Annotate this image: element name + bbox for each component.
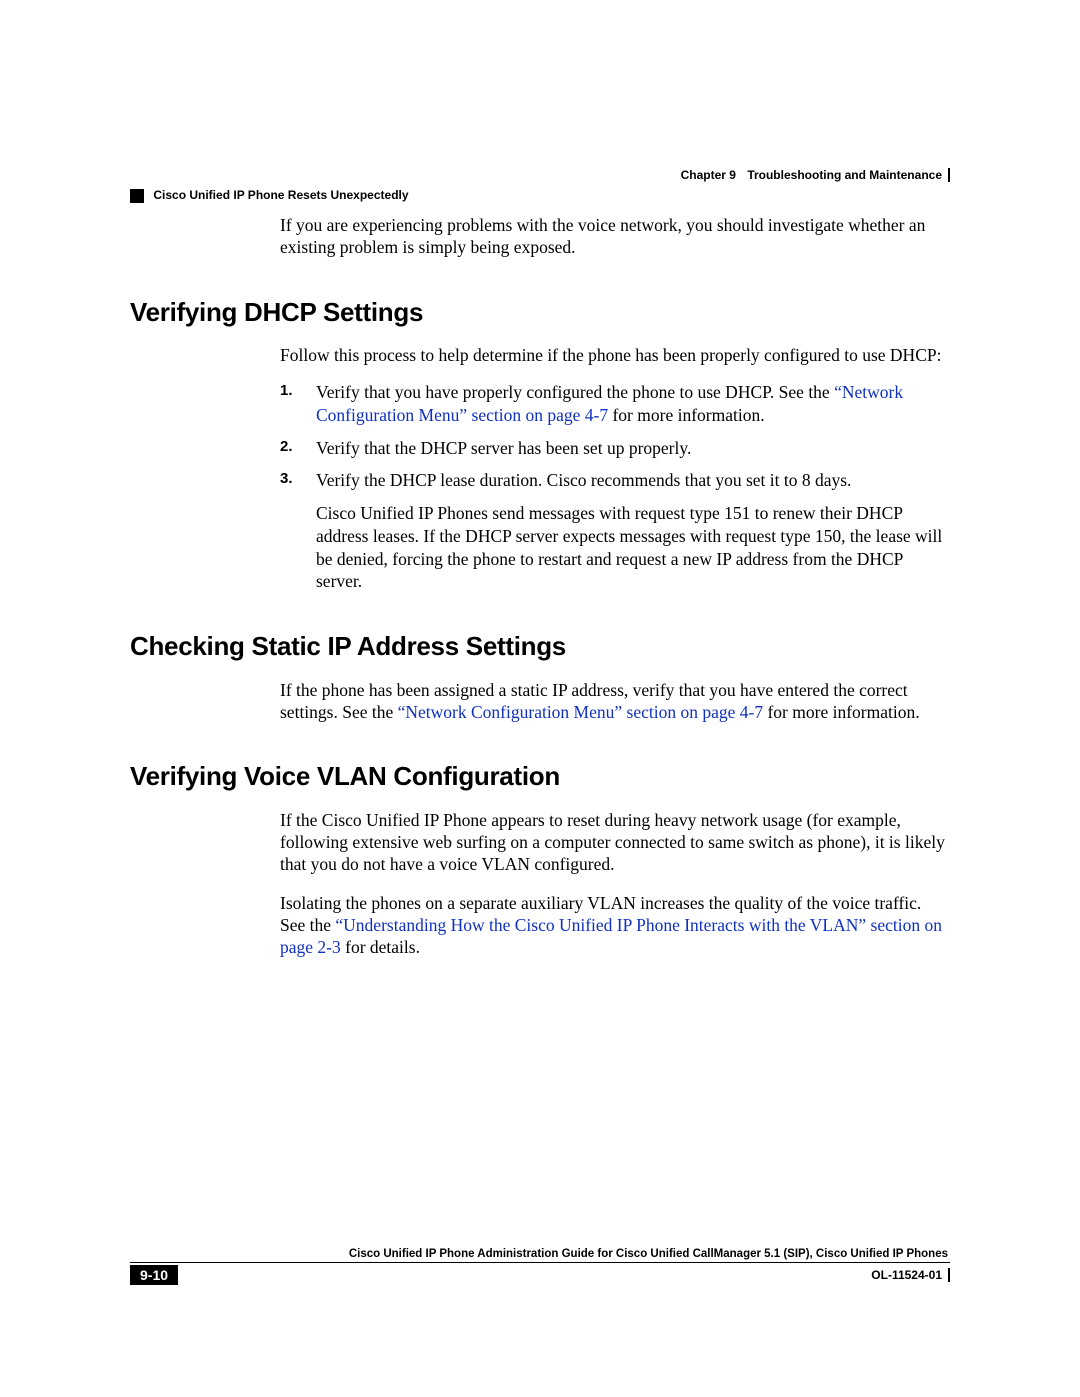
intro-paragraph: If you are experiencing problems with th… [280, 215, 950, 259]
voice-vlan-para-1: If the Cisco Unified IP Phone appears to… [280, 810, 950, 876]
xref-network-config-menu[interactable]: “Network Configuration Menu” section on … [398, 702, 763, 722]
header-bullet-icon [130, 189, 144, 203]
footer-guide-title: Cisco Unified IP Phone Administration Gu… [130, 1248, 950, 1260]
heading-voice-vlan: Verifying Voice VLAN Configuration [130, 761, 950, 792]
page-content: If you are experiencing problems with th… [130, 215, 950, 959]
step-text-post: for more information. [608, 405, 764, 425]
step-number: 3. [280, 469, 293, 489]
voice-vlan-para-2: Isolating the phones on a separate auxil… [280, 893, 950, 959]
document-page: Chapter 9 Troubleshooting and Maintenanc… [0, 0, 1080, 1397]
footer-bar: 9-10 OL-11524-01 [130, 1265, 950, 1285]
chapter-label: Chapter 9 [681, 168, 736, 182]
static-ip-post: for more information. [763, 702, 919, 722]
dhcp-steps: 1. Verify that you have properly configu… [280, 381, 950, 492]
dhcp-step-2: 2. Verify that the DHCP server has been … [280, 437, 950, 460]
chapter-title: Troubleshooting and Maintenance [747, 168, 942, 182]
heading-static-ip: Checking Static IP Address Settings [130, 631, 950, 662]
step-number: 2. [280, 437, 293, 457]
dhcp-step-1: 1. Verify that you have properly configu… [280, 381, 950, 427]
running-header-right: Chapter 9 Troubleshooting and Maintenanc… [681, 168, 950, 182]
step-text-pre: Verify that you have properly configured… [316, 382, 834, 402]
running-header-left: Cisco Unified IP Phone Resets Unexpected… [130, 188, 409, 203]
dhcp-intro: Follow this process to help determine if… [280, 345, 950, 367]
heading-dhcp: Verifying DHCP Settings [130, 297, 950, 328]
step-text: Verify the DHCP lease duration. Cisco re… [316, 470, 851, 490]
step-number: 1. [280, 381, 293, 401]
footer-rule [130, 1262, 950, 1263]
page-footer: Cisco Unified IP Phone Administration Gu… [130, 1248, 950, 1285]
section-title: Cisco Unified IP Phone Resets Unexpected… [153, 188, 408, 202]
step-text: Verify that the DHCP server has been set… [316, 438, 691, 458]
dhcp-step-3-paragraph: Cisco Unified IP Phones send messages wi… [316, 502, 950, 593]
static-ip-paragraph: If the phone has been assigned a static … [280, 680, 950, 724]
doc-number: OL-11524-01 [871, 1268, 950, 1282]
page-number: 9-10 [130, 1265, 178, 1285]
dhcp-step-3: 3. Verify the DHCP lease duration. Cisco… [280, 469, 950, 492]
voice-vlan-post: for details. [341, 937, 420, 957]
